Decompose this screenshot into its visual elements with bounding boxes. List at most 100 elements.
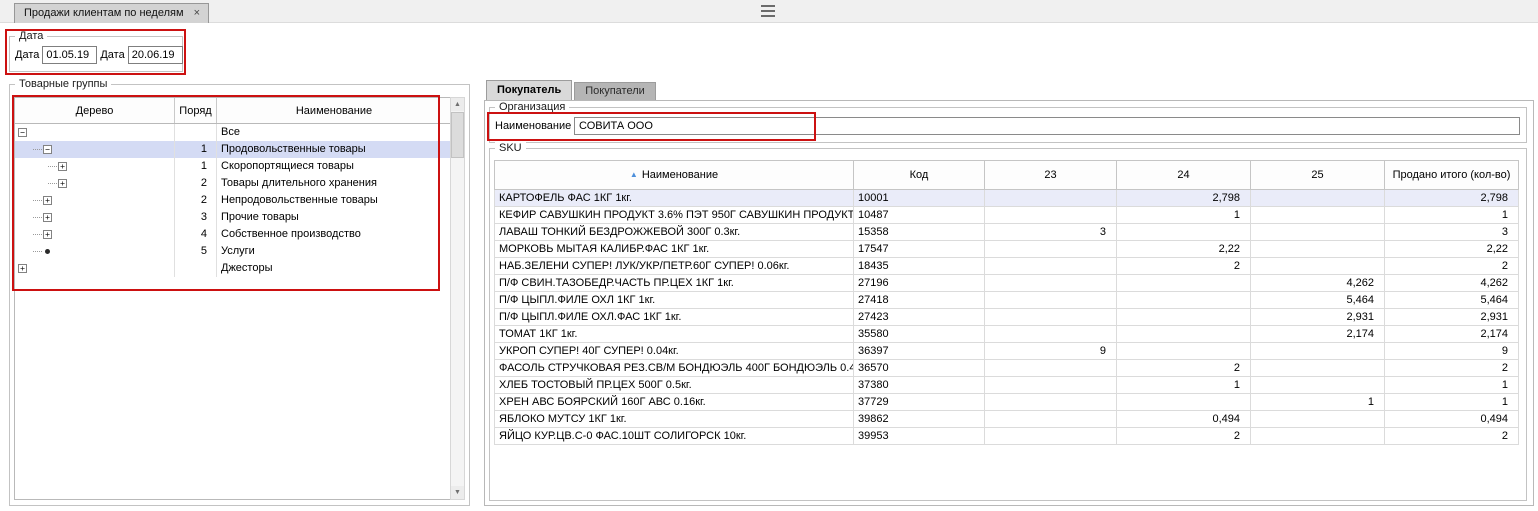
tree-row[interactable]: +Джесторы xyxy=(15,260,451,277)
buyer-panel: Организация Наименование SKU ▲Наименован… xyxy=(484,100,1534,506)
collapse-icon[interactable]: − xyxy=(43,145,52,154)
tree-row[interactable]: 5Услуги xyxy=(15,243,451,260)
product-groups-panel: Товарные группы Дерево Поряд Наименовани… xyxy=(9,84,470,506)
scroll-thumb[interactable] xyxy=(451,112,464,158)
date-to-input[interactable] xyxy=(128,46,183,64)
scroll-down-icon[interactable]: ▼ xyxy=(451,486,464,499)
tree-row[interactable]: +4Собственное производство xyxy=(15,226,451,243)
sku-row[interactable]: ЯБЛОКО МУТСУ 1КГ 1кг.398620,4940,494 xyxy=(495,411,1519,428)
sku-cell-name: П/Ф ЦЫПЛ.ФИЛЕ ОХЛ 1КГ 1кг. xyxy=(495,292,854,309)
column-header-code[interactable]: Код xyxy=(854,161,985,190)
order-cell: 2 xyxy=(175,175,217,192)
expand-icon[interactable]: + xyxy=(43,196,52,205)
leaf-dot-icon xyxy=(45,249,50,254)
sku-header-row: ▲Наименование Код 23 24 25 Продано итого… xyxy=(495,161,1519,190)
sku-cell-week-23 xyxy=(985,292,1117,309)
menu-icon[interactable] xyxy=(761,5,775,17)
sku-row[interactable]: НАБ.ЗЕЛЕНИ СУПЕР! ЛУК/УКР/ПЕТР.60Г СУПЕР… xyxy=(495,258,1519,275)
sku-cell-total: 3 xyxy=(1385,224,1519,241)
organization-name-label: Наименование xyxy=(495,120,574,132)
column-header-total[interactable]: Продано итого (кол-во) xyxy=(1385,161,1519,190)
sku-cell-name: УКРОП СУПЕР! 40Г СУПЕР! 0.04кг. xyxy=(495,343,854,360)
tree-row[interactable]: −1Продовольственные товары xyxy=(15,141,451,158)
column-header-sku-name[interactable]: ▲Наименование xyxy=(495,161,854,190)
sku-cell-total: 2,931 xyxy=(1385,309,1519,326)
sku-row[interactable]: ХРЕН АВС БОЯРСКИЙ 160Г АВС 0.16кг.377291… xyxy=(495,394,1519,411)
sku-cell-week-25 xyxy=(1251,224,1385,241)
sku-cell-week-23 xyxy=(985,190,1117,207)
sku-row[interactable]: ФАСОЛЬ СТРУЧКОВАЯ РЕЗ.СВ/М БОНДЮЭЛЬ 400Г… xyxy=(495,360,1519,377)
tree-row[interactable]: − Все xyxy=(15,124,451,141)
name-cell: Товары длительного хранения xyxy=(217,175,451,192)
column-header-name[interactable]: Наименование xyxy=(217,98,451,123)
column-header-week-25[interactable]: 25 xyxy=(1251,161,1385,190)
order-cell: 3 xyxy=(175,209,217,226)
sku-cell-week-25: 2,931 xyxy=(1251,309,1385,326)
tab-close-icon[interactable]: × xyxy=(194,7,200,19)
tree-line xyxy=(33,251,42,252)
sku-cell-name: МОРКОВЬ МЫТАЯ КАЛИБР.ФАС 1КГ 1кг. xyxy=(495,241,854,258)
name-cell: Непродовольственные товары xyxy=(217,192,451,209)
sku-cell-week-24 xyxy=(1117,292,1251,309)
tree-row[interactable]: +3Прочие товары xyxy=(15,209,451,226)
sku-row[interactable]: ЯЙЦО КУР.ЦВ.С-0 ФАС.10ШТ СОЛИГОРСК 10кг.… xyxy=(495,428,1519,445)
column-header-week-24[interactable]: 24 xyxy=(1117,161,1251,190)
sku-row[interactable]: П/Ф СВИН.ТАЗОБЕДР.ЧАСТЬ ПР.ЦЕХ 1КГ 1кг.2… xyxy=(495,275,1519,292)
sku-cell-week-24: 2,22 xyxy=(1117,241,1251,258)
date-filter-group: Дата ДатаДата xyxy=(9,36,183,72)
sku-cell-week-25: 1 xyxy=(1251,394,1385,411)
column-header-week-23[interactable]: 23 xyxy=(985,161,1117,190)
sku-cell-week-23: 9 xyxy=(985,343,1117,360)
expand-icon[interactable]: + xyxy=(58,179,67,188)
sku-cell-week-24 xyxy=(1117,326,1251,343)
name-cell: Все xyxy=(217,124,451,141)
order-cell: 2 xyxy=(175,192,217,209)
sku-cell-code: 37729 xyxy=(854,394,985,411)
tree-row[interactable]: +2Непродовольственные товары xyxy=(15,192,451,209)
sku-row[interactable]: УКРОП СУПЕР! 40Г СУПЕР! 0.04кг.3639799 xyxy=(495,343,1519,360)
sku-row[interactable]: КАРТОФЕЛЬ ФАС 1КГ 1кг.100012,7982,798 xyxy=(495,190,1519,207)
date-from-input[interactable] xyxy=(42,46,97,64)
sku-cell-code: 15358 xyxy=(854,224,985,241)
buyer-tab-0[interactable]: Покупатель xyxy=(486,80,572,100)
sku-cell-code: 10487 xyxy=(854,207,985,224)
tree-cell: − xyxy=(15,124,175,141)
tree-scrollbar[interactable]: ▲ ▼ xyxy=(450,97,465,500)
sku-cell-total: 4,262 xyxy=(1385,275,1519,292)
order-cell xyxy=(175,260,217,277)
sku-cell-week-24: 2 xyxy=(1117,428,1251,445)
expand-icon[interactable]: + xyxy=(58,162,67,171)
expand-icon[interactable]: + xyxy=(18,264,27,273)
tree-cell xyxy=(15,243,175,260)
sku-row[interactable]: ЛАВАШ ТОНКИЙ БЕЗДРОЖЖЕВОЙ 300Г 0.3кг.153… xyxy=(495,224,1519,241)
sku-group: SKU ▲Наименование Код 23 24 25 Продано и… xyxy=(489,148,1527,501)
sku-cell-week-24 xyxy=(1117,224,1251,241)
sku-cell-week-24 xyxy=(1117,394,1251,411)
sku-cell-week-25 xyxy=(1251,360,1385,377)
sku-cell-total: 2,798 xyxy=(1385,190,1519,207)
tree-row[interactable]: +2Товары длительного хранения xyxy=(15,175,451,192)
sku-row[interactable]: ТОМАТ 1КГ 1кг.355802,1742,174 xyxy=(495,326,1519,343)
document-tab[interactable]: Продажи клиентам по неделям × xyxy=(14,3,209,23)
sku-row[interactable]: П/Ф ЦЫПЛ.ФИЛЕ ОХЛ.ФАС 1КГ 1кг.274232,931… xyxy=(495,309,1519,326)
tree-cell: + xyxy=(15,175,175,192)
column-header-order[interactable]: Поряд xyxy=(175,98,217,123)
buyer-tab-1[interactable]: Покупатели xyxy=(574,82,656,100)
sku-row[interactable]: КЕФИР САВУШКИН ПРОДУКТ 3.6% ПЭТ 950Г САВ… xyxy=(495,207,1519,224)
sort-asc-icon: ▲ xyxy=(630,170,638,179)
scroll-up-icon[interactable]: ▲ xyxy=(451,98,464,111)
organization-row: Наименование xyxy=(495,117,1520,135)
organization-name-input[interactable] xyxy=(574,117,1520,135)
sku-cell-total: 2,174 xyxy=(1385,326,1519,343)
sku-row[interactable]: МОРКОВЬ МЫТАЯ КАЛИБР.ФАС 1КГ 1кг.175472,… xyxy=(495,241,1519,258)
sku-row[interactable]: П/Ф ЦЫПЛ.ФИЛЕ ОХЛ 1КГ 1кг.274185,4645,46… xyxy=(495,292,1519,309)
expand-icon[interactable]: + xyxy=(43,230,52,239)
sku-cell-name: ТОМАТ 1КГ 1кг. xyxy=(495,326,854,343)
sku-row[interactable]: ХЛЕБ ТОСТОВЫЙ ПР.ЦЕХ 500Г 0.5кг.3738011 xyxy=(495,377,1519,394)
collapse-icon[interactable]: − xyxy=(18,128,27,137)
tree-line xyxy=(33,217,42,218)
order-cell: 1 xyxy=(175,141,217,158)
tree-row[interactable]: +1Скоропортящиеся товары xyxy=(15,158,451,175)
expand-icon[interactable]: + xyxy=(43,213,52,222)
column-header-tree[interactable]: Дерево xyxy=(15,98,175,123)
